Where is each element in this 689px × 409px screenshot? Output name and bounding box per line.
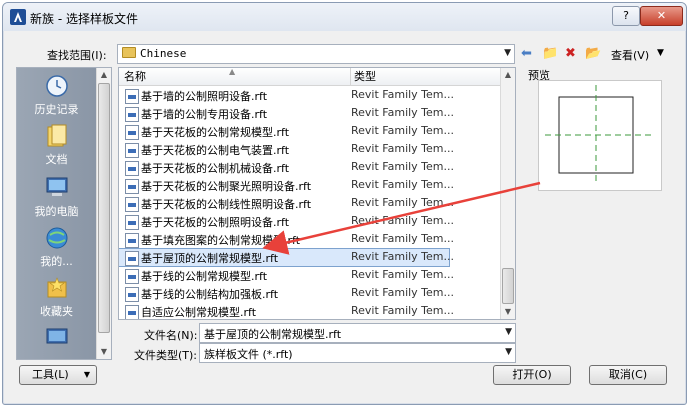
annotation-arrow <box>262 181 541 255</box>
